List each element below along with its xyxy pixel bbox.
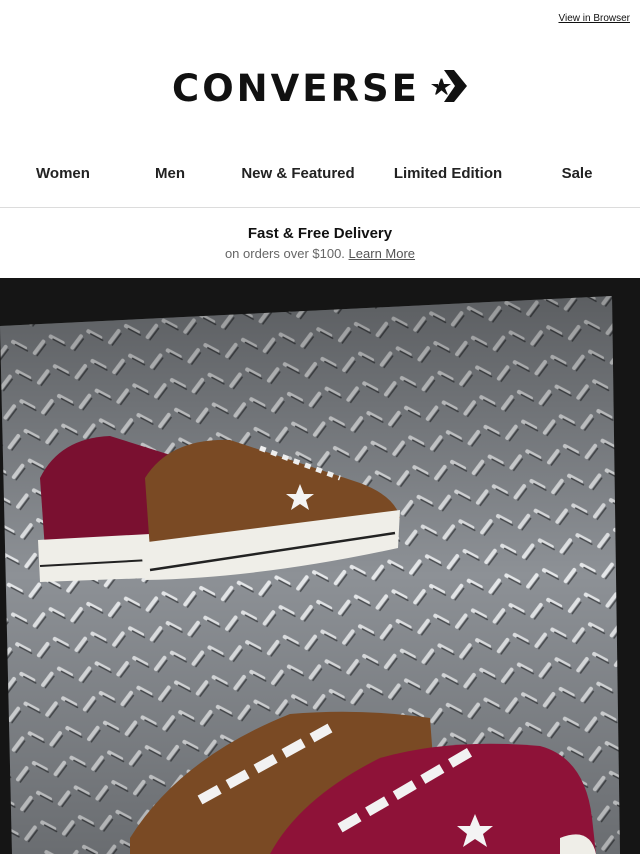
converse-logo[interactable]: CONVERSE [172, 67, 468, 110]
view-in-browser-link[interactable]: View in Browser [558, 13, 630, 24]
brand-wordmark: CONVERSE [172, 66, 420, 110]
nav-item-women[interactable]: Women [36, 165, 90, 182]
promo-title: Fast & Free Delivery [247, 225, 393, 242]
star-chevron-icon [426, 68, 468, 109]
promo-subtitle-text: on orders over $100. [224, 246, 345, 261]
learn-more-link[interactable]: Learn More [349, 246, 415, 261]
nav-item-new-featured[interactable]: New & Featured [241, 165, 354, 182]
hero-image[interactable] [0, 278, 640, 854]
hero-photo [0, 278, 640, 854]
nav-item-limited-edition[interactable]: Limited Edition [394, 165, 502, 182]
promo-banner: Fast & Free Delivery on orders over $100… [0, 208, 640, 278]
promo-subtitle: on orders over $100. Learn More [0, 246, 640, 261]
nav-item-men[interactable]: Men [155, 165, 185, 182]
main-nav: Women Men New & Featured Limited Edition… [0, 140, 640, 208]
top-bar: View in Browser [0, 0, 640, 36]
header: CONVERSE [0, 36, 640, 140]
nav-item-sale[interactable]: Sale [562, 165, 593, 182]
